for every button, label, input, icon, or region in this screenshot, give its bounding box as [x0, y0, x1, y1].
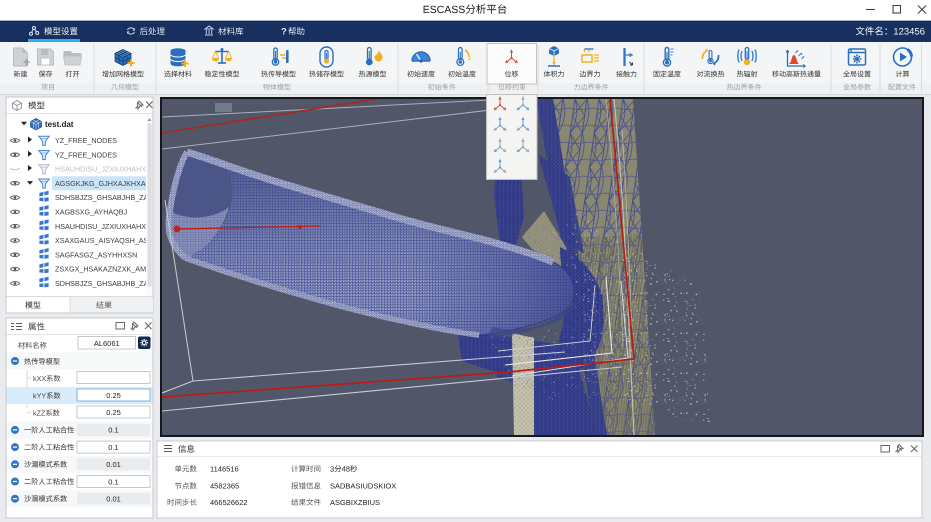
svg-text:0.25: 0.25: [106, 408, 121, 417]
svg-text:4582365: 4582365: [210, 482, 239, 491]
svg-text:0.1: 0.1: [108, 477, 118, 486]
svg-text:XAGBSXG_AYHAQBJ: XAGBSXG_AYHAQBJ: [55, 208, 128, 217]
svg-text:SDHSBJZS_GHSABJHB_ZAHU: SDHSBJZS_GHSABJHB_ZAHU: [55, 193, 159, 202]
svg-text:AL6061: AL6061: [94, 339, 120, 348]
svg-text:466526622: 466526622: [210, 498, 248, 507]
svg-text:YZ_FREE_NODES: YZ_FREE_NODES: [55, 150, 117, 159]
svg-text:HSAUHDISU_JZXIUXHAHX: HSAUHDISU_JZXIUXHAHX: [55, 165, 146, 174]
svg-text:?: ?: [281, 27, 287, 38]
svg-text:0.25: 0.25: [106, 391, 121, 400]
svg-text:ASGBIXZBIUS: ASGBIXZBIUS: [330, 498, 380, 507]
svg-text:YZ_FREE_NODES: YZ_FREE_NODES: [55, 136, 117, 145]
svg-text:0.1: 0.1: [108, 426, 118, 435]
svg-text:SDHSBJZS_GHSABJHB_ZAHU: SDHSBJZS_GHSABJHB_ZAHU: [55, 279, 159, 288]
svg-text:0.01: 0.01: [106, 460, 121, 469]
svg-text:1146516: 1146516: [210, 465, 239, 474]
svg-text:HSAUHDISU_JZXIUXHAHX: HSAUHDISU_JZXIUXHAHX: [55, 222, 146, 231]
svg-text:SAGFASGZ_ASYHHXSN: SAGFASGZ_ASYHHXSN: [55, 250, 137, 259]
svg-text:AGSGKJKG_GJHXAJKHXA: AGSGKJKG_GJHXAJKHXA: [55, 179, 146, 188]
svg-text:0.01: 0.01: [106, 495, 121, 504]
svg-text:XSAXGAUS_AISYAQSH_ASHX: XSAXGAUS_AISYAQSH_ASHX: [55, 236, 159, 245]
svg-text:0.1: 0.1: [108, 443, 118, 452]
svg-text:ZSXGX_HSAKAZNZXK_AMASX: ZSXGX_HSAKAZNZXK_AMASX: [55, 265, 161, 274]
svg-text:test.dat: test.dat: [45, 120, 74, 129]
svg-text:SADBASIUDSKIOX: SADBASIUDSKIOX: [330, 482, 396, 491]
